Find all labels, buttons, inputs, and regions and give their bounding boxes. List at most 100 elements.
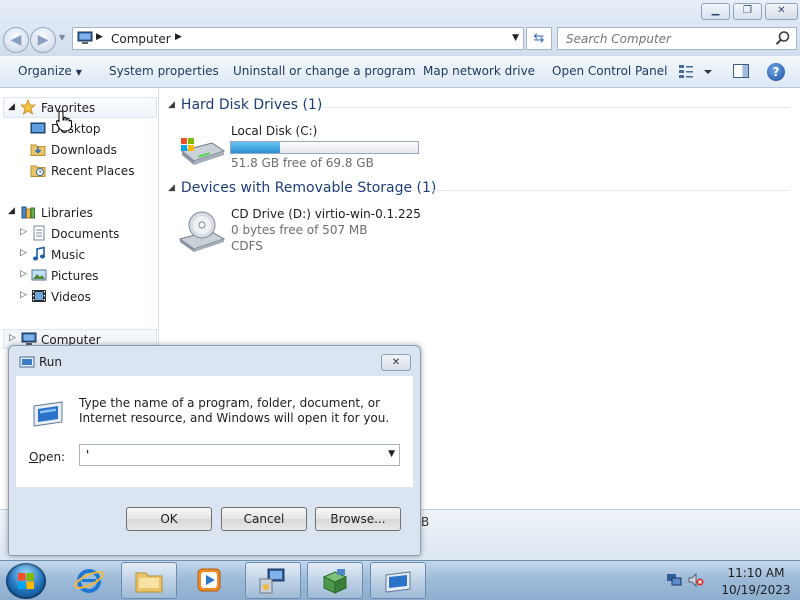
collapsed-arrow-icon[interactable]: ▷ [20,227,27,237]
installer-package-icon [322,569,348,594]
nav-item-desktop[interactable]: Desktop [30,119,150,139]
run-dialog: Run ✕ Type the name of a program, folder… [8,345,421,556]
nav-label: Documents [51,227,120,241]
preview-pane-icon[interactable] [733,64,749,78]
libraries-icon [21,206,35,219]
nav-item-recent-places[interactable]: Recent Places [30,161,150,181]
expanded-arrow-icon[interactable]: ◢ [8,206,15,216]
collapsed-arrow-icon[interactable]: ▷ [20,269,27,279]
clock-date[interactable]: 10/19/2023 [716,583,796,597]
chevron-down-icon: ▼ [75,68,82,77]
system-properties-button[interactable]: System properties [109,64,219,78]
taskbar-internet-explorer[interactable] [62,562,118,599]
group-divider [430,190,790,191]
open-combobox[interactable]: ▼ [79,444,400,466]
collapsed-arrow-icon[interactable]: ▷ [20,248,27,258]
taskbar-program-3[interactable] [307,562,363,599]
browse-button[interactable]: Browse... [315,507,401,531]
nav-label: Recent Places [51,164,135,178]
minimize-button[interactable]: ▁ [701,3,730,20]
forward-button[interactable]: ▶ [30,27,56,53]
nav-label: Libraries [41,206,93,220]
taskbar-run[interactable] [370,562,426,599]
nav-item-music[interactable]: ▷ Music [20,245,150,265]
search-box[interactable] [557,27,797,50]
details-text-fragment: B [421,515,430,529]
system-tray: 11:10 AM 10/19/2023 [660,561,800,600]
chevron-down-icon[interactable]: ▼ [388,449,395,459]
run-icon [19,356,35,368]
command-bar: Organize ▼ System properties Uninstall or… [0,56,800,88]
expanded-arrow-icon[interactable]: ◢ [8,102,15,112]
expanded-arrow-icon[interactable]: ◢ [168,183,175,193]
open-control-panel-button[interactable]: Open Control Panel [552,64,667,78]
cd-drive-free-space: 0 bytes free of 507 MB [231,223,368,237]
taskbar-windows-explorer[interactable] [121,562,177,599]
search-input[interactable] [558,28,768,49]
dialog-title: Run [39,355,63,369]
group-title: Hard Disk Drives (1) [180,97,323,113]
maximize-button[interactable]: ❐ [733,3,762,20]
nav-item-libraries[interactable]: ◢ Libraries [8,203,153,223]
taskbar-media-player[interactable] [182,562,238,599]
volume-muted-icon[interactable] [688,573,704,587]
network-icon[interactable] [666,573,682,587]
hard-drive-icon [180,138,226,165]
address-bar[interactable]: ▶ Computer ▶ ▼ [72,27,524,50]
organize-menu[interactable]: Organize ▼ [18,64,82,78]
back-button[interactable]: ◀ [3,27,29,53]
local-disk-capacity-bar [230,141,419,154]
ok-button[interactable]: OK [126,507,212,531]
capacity-fill [231,142,280,153]
nav-label: Videos [51,290,91,304]
local-disk-name: Local Disk (C:) [231,124,318,138]
uninstall-program-button[interactable]: Uninstall or change a program [233,64,416,78]
close-button[interactable]: ✕ [765,3,798,20]
organize-label: Organize [18,64,72,78]
media-player-icon [197,568,221,592]
breadcrumb-computer[interactable]: Computer [111,32,171,46]
collapsed-arrow-icon[interactable]: ▷ [20,290,27,300]
address-row: ◀ ▶ ▼ ▶ Computer ▶ ▼ ⇆ [0,24,800,56]
breadcrumb-separator-icon[interactable]: ▶ [96,32,103,42]
downloads-folder-icon [30,144,46,156]
nav-item-downloads[interactable]: Downloads [30,140,150,160]
taskbar-program-2[interactable] [245,562,301,599]
nav-item-pictures[interactable]: ▷ Pictures [20,266,150,286]
change-view-icon[interactable] [678,63,714,81]
group-header-removable[interactable]: ◢ Devices with Removable Storage (1) [168,180,436,196]
refresh-button[interactable]: ⇆ [526,27,552,50]
mouse-cursor-icon [56,110,72,132]
nav-label: Downloads [51,143,117,157]
internet-explorer-icon [74,569,104,593]
title-bar: ▁ ❐ ✕ [0,0,800,24]
music-icon [33,246,45,261]
map-network-drive-button[interactable]: Map network drive [423,64,535,78]
nav-item-documents[interactable]: ▷ Documents [20,224,150,244]
recent-places-icon [30,165,46,177]
cd-drive-name: CD Drive (D:) virtio-win-0.1.225 [231,207,421,221]
nav-item-videos[interactable]: ▷ Videos [20,287,150,307]
dialog-close-button[interactable]: ✕ [381,354,411,371]
run-program-icon [33,401,63,427]
windows-logo-icon [18,573,34,589]
group-title: Devices with Removable Storage (1) [180,180,437,196]
collapsed-arrow-icon[interactable]: ▷ [9,333,16,343]
run-icon [385,571,411,593]
start-button[interactable] [6,563,46,599]
group-header-hard-disks[interactable]: ◢ Hard Disk Drives (1) [168,97,322,113]
help-icon[interactable]: ? [767,63,785,81]
breadcrumb-separator-icon[interactable]: ▶ [175,32,182,42]
expanded-arrow-icon[interactable]: ◢ [168,100,175,110]
nav-label: Music [51,248,86,262]
recent-pages-dropdown[interactable]: ▼ [59,33,65,42]
open-input[interactable] [80,445,380,465]
documents-icon [33,225,45,241]
clock-time[interactable]: 11:10 AM [716,566,796,580]
cancel-button[interactable]: Cancel [221,507,307,531]
cd-drive-icon [178,211,226,252]
address-dropdown-icon[interactable]: ▼ [512,33,519,43]
desktop-icon [30,122,46,134]
search-icon[interactable] [775,30,791,46]
nav-item-favorites[interactable]: ◢ Favorites [3,97,157,118]
